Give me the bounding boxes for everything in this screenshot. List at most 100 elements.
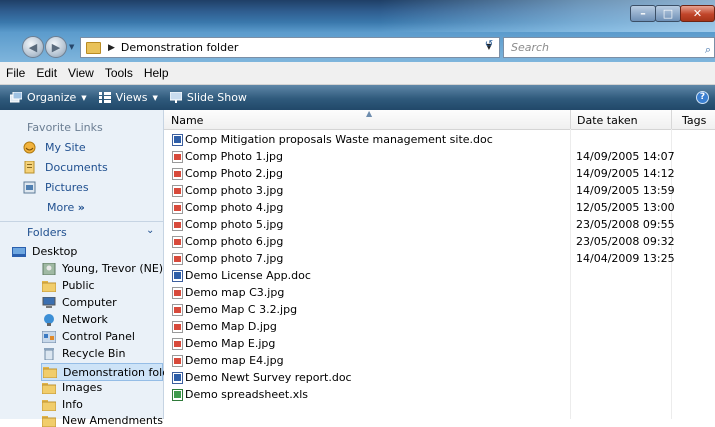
favorite-my-site[interactable]: My Site — [23, 141, 86, 154]
breadcrumb-arrow-icon[interactable]: ▶ — [108, 43, 115, 53]
tree-label: Info — [62, 398, 83, 411]
column-header-date-taken[interactable]: Date taken — [577, 110, 638, 129]
search-placeholder: Search — [511, 41, 550, 54]
column-header-name[interactable]: Name — [171, 110, 203, 129]
excel-spreadsheet-icon — [172, 389, 183, 401]
jpeg-image-icon — [172, 151, 183, 163]
file-name: Demo map E4.jpg — [185, 354, 284, 367]
file-row[interactable]: Comp photo 3.jpg 14/09/2005 13:59 — [164, 183, 715, 200]
tree-item-network[interactable]: Network — [42, 313, 108, 326]
file-row[interactable]: Comp Photo 2.jpg 14/09/2005 14:12 — [164, 166, 715, 183]
file-row[interactable]: Demo Map E.jpg — [164, 336, 715, 353]
file-row[interactable]: Comp photo 7.jpg 14/04/2009 13:25 — [164, 251, 715, 268]
jpeg-image-icon — [172, 321, 183, 333]
tree-label: Computer — [62, 296, 117, 309]
tree-item-desktop[interactable]: Desktop — [12, 245, 77, 258]
file-row[interactable]: Comp Photo 1.jpg 14/09/2005 14:07 — [164, 149, 715, 166]
address-bar[interactable]: ▶ Demonstration folder ▼ — [80, 37, 500, 58]
column-header-tags[interactable]: Tags — [682, 110, 706, 129]
file-date-taken: 14/09/2005 13:59 — [576, 184, 675, 197]
documents-icon — [24, 161, 35, 174]
favorite-label: My Site — [45, 141, 86, 154]
maximize-button[interactable]: □ — [655, 5, 681, 22]
tree-item-public[interactable]: Public — [42, 279, 95, 292]
close-button[interactable]: ✕ — [680, 5, 715, 22]
menu-tools[interactable]: Tools — [105, 66, 133, 80]
tree-item-user[interactable]: Young, Trevor (NE) — [42, 262, 163, 275]
minimize-button[interactable]: – — [630, 5, 656, 22]
jpeg-image-icon — [172, 236, 183, 248]
tree-label: Network — [62, 313, 108, 326]
tree-item-computer[interactable]: Computer — [42, 296, 117, 309]
file-row[interactable]: Comp photo 4.jpg 12/05/2005 13:00 — [164, 200, 715, 217]
views-button[interactable]: Views ▼ — [98, 91, 158, 104]
column-divider[interactable] — [671, 110, 672, 129]
file-date-taken: 23/05/2008 09:55 — [576, 218, 675, 231]
file-name: Comp photo 5.jpg — [185, 218, 284, 231]
menu-help[interactable]: Help — [144, 66, 169, 80]
forward-button[interactable]: ▶ — [45, 36, 67, 58]
tree-label: Images — [62, 381, 103, 394]
jpeg-image-icon — [172, 304, 183, 316]
file-date-taken: 23/05/2008 09:32 — [576, 235, 675, 248]
file-row[interactable]: Demo map C3.jpg — [164, 285, 715, 302]
search-input[interactable]: Search ⌕ — [503, 37, 715, 58]
views-icon — [98, 92, 111, 103]
file-row[interactable]: Demo Newt Survey report.doc — [164, 370, 715, 387]
tree-item-new-amendments[interactable]: New Amendments — [42, 414, 163, 427]
tree-item-demonstration-folder[interactable]: Demonstration fold — [41, 363, 169, 381]
file-row[interactable]: Comp photo 6.jpg 23/05/2008 09:32 — [164, 234, 715, 251]
file-list: ▲ Name Date taken Tags Comp Mitigation p… — [164, 109, 715, 419]
command-bar: Organize ▼ Views ▼ Slide Show ? — [0, 85, 715, 110]
jpeg-image-icon — [172, 253, 183, 265]
word-document-icon — [172, 134, 183, 146]
address-path[interactable]: Demonstration folder — [121, 41, 238, 54]
tree-item-info[interactable]: Info — [42, 398, 83, 411]
file-date-taken: 12/05/2005 13:00 — [576, 201, 675, 214]
computer-icon — [42, 296, 56, 308]
file-name: Comp Photo 2.jpg — [185, 167, 283, 180]
jpeg-image-icon — [172, 219, 183, 231]
slideshow-button[interactable]: Slide Show — [169, 91, 247, 104]
more-label: More — [47, 201, 75, 214]
organize-button[interactable]: Organize ▼ — [10, 91, 87, 104]
user-folder-icon — [42, 262, 56, 275]
column-divider[interactable] — [570, 110, 571, 129]
favorite-documents[interactable]: Documents — [23, 161, 108, 174]
refresh-icon[interactable]: ↺ — [478, 39, 500, 54]
file-row[interactable]: Demo spreadsheet.xls — [164, 387, 715, 404]
file-row[interactable]: Comp photo 5.jpg 23/05/2008 09:55 — [164, 217, 715, 234]
file-row[interactable]: Comp Mitigation proposals Waste manageme… — [164, 132, 715, 149]
folders-header[interactable]: Folders ⌄ — [0, 221, 163, 242]
jpeg-image-icon — [172, 185, 183, 197]
column-header-row: ▲ Name Date taken Tags — [164, 109, 715, 130]
menu-file[interactable]: File — [6, 66, 25, 80]
folder-icon — [42, 415, 56, 427]
menu-view[interactable]: View — [68, 66, 94, 80]
back-button[interactable]: ◀ — [22, 36, 44, 58]
favorite-pictures[interactable]: Pictures — [23, 181, 89, 194]
slideshow-icon — [169, 92, 182, 103]
search-icon[interactable]: ⌕ — [705, 40, 711, 59]
tree-item-control-panel[interactable]: Control Panel — [42, 330, 135, 343]
file-row[interactable]: Demo Map C 3.2.jpg — [164, 302, 715, 319]
more-link[interactable]: More » — [47, 201, 85, 214]
favorite-links-heading: Favorite Links — [27, 121, 103, 134]
recent-pages-chevron-icon[interactable]: ▼ — [69, 43, 74, 51]
menu-edit[interactable]: Edit — [36, 66, 57, 80]
tree-item-images[interactable]: Images — [42, 381, 102, 394]
file-row[interactable]: Demo Map D.jpg — [164, 319, 715, 336]
chevron-down-icon[interactable]: ⌄ — [146, 225, 154, 236]
favorite-label: Documents — [45, 161, 108, 174]
file-row[interactable]: Demo map E4.jpg — [164, 353, 715, 370]
file-name: Comp photo 4.jpg — [185, 201, 284, 214]
jpeg-image-icon — [172, 287, 183, 299]
file-name: Comp Photo 1.jpg — [185, 150, 283, 163]
word-document-icon — [172, 372, 183, 384]
help-icon[interactable]: ? — [696, 91, 709, 104]
network-icon — [44, 313, 54, 326]
file-name: Demo License App.doc — [185, 269, 311, 282]
file-row[interactable]: Demo License App.doc — [164, 268, 715, 285]
file-name: Comp photo 3.jpg — [185, 184, 284, 197]
tree-item-recycle-bin[interactable]: Recycle Bin — [42, 347, 125, 360]
